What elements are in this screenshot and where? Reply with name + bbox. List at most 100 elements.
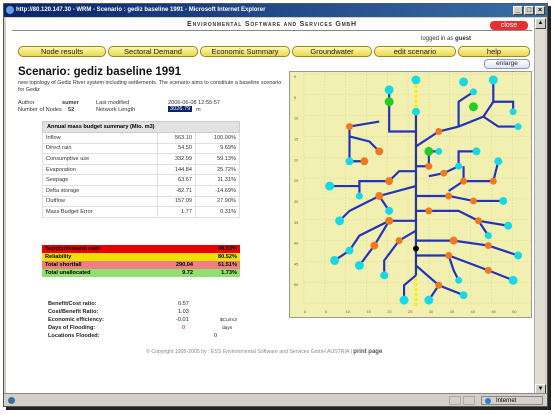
supply-node: [455, 162, 463, 170]
cb-value: 1.03: [178, 309, 189, 315]
budget-row: Outflow 157.09 27.90%: [42, 195, 240, 208]
bc-value: 0.57: [178, 301, 189, 307]
stats-percent: 80.52%: [218, 254, 237, 260]
supply-node: [494, 157, 503, 166]
supply-node: [514, 123, 522, 131]
page-title: Scenario: gediz baseline 1991: [18, 66, 181, 78]
budget-row: Direct rain 54.50 9.69%: [42, 142, 240, 155]
supply-node: [345, 246, 354, 255]
supply-node: [330, 255, 340, 265]
budget-label: Consumptive use: [42, 153, 158, 165]
demand-node: [460, 177, 468, 185]
budget-percent: 27.90%: [195, 195, 240, 208]
stats-percent: 48.53%: [218, 246, 237, 252]
budget-percent: 9.69%: [195, 142, 240, 155]
ee-value: -0.01: [176, 317, 189, 323]
browser-window: http://80.120.147.30 - WRM - Scenario : …: [3, 3, 548, 407]
demand-node: [474, 217, 482, 225]
budget-percent: 59.13%: [195, 153, 240, 165]
bc-label: Benefit/Cost ratio:: [48, 301, 97, 307]
nav-groundwater[interactable]: Groundwater: [292, 46, 372, 57]
login-prefix: logged in as: [421, 36, 454, 42]
supply-node: [488, 75, 498, 85]
stats-value: [158, 253, 196, 261]
demand-node: [370, 241, 379, 250]
budget-header: Annual mass budget summary (Mio. m3): [42, 121, 240, 133]
nav-edit-scenario[interactable]: edit scenario: [374, 46, 456, 57]
nav-economic-summary[interactable]: Economic Summary: [200, 46, 290, 57]
supply-node: [499, 196, 508, 205]
print-page-link[interactable]: print page: [353, 349, 382, 355]
scenario-description: new topology of Gediz River system inclu…: [18, 80, 282, 93]
status-bar: Internet: [4, 393, 547, 406]
supply-node: [354, 260, 364, 270]
demand-node: [484, 266, 492, 274]
stats-row: Total shortfall 290.04 51.51%: [42, 261, 240, 269]
demand-node: [375, 192, 384, 200]
df-value: 0: [182, 325, 186, 331]
stats-row: Total unallocated 9.72 1.73%: [42, 269, 240, 277]
budget-row: Mass Budget Error 1.77 0.31%: [42, 206, 240, 218]
author-label: Author: [18, 100, 35, 106]
budget-value: 144.84: [157, 163, 196, 176]
supply-node: [424, 295, 434, 305]
stats-row: Supply/demand ratio 48.53%: [42, 245, 240, 253]
budget-label: Outflow: [42, 195, 158, 208]
demand-node: [360, 157, 369, 166]
stats-label: Reliability: [45, 254, 72, 260]
supply-node: [325, 181, 335, 191]
budget-value: 63.67: [157, 174, 196, 186]
company-header: Environmental Software and Services GmbH: [12, 21, 532, 31]
demand-node: [440, 169, 448, 177]
page-done-icon: [8, 397, 15, 404]
stats-row: Reliability 80.52%: [42, 253, 240, 261]
budget-row: Consumptive use 332.99 59.13%: [42, 153, 240, 165]
author-value: sumer: [62, 100, 79, 106]
stats-value: [158, 245, 196, 253]
demand-node: [449, 236, 458, 245]
supply-node: [435, 147, 443, 155]
vertical-scrollbar[interactable]: ▲ ▼: [534, 18, 546, 395]
df-unit: days: [222, 326, 233, 331]
demand-node: [435, 281, 443, 289]
demand-node: [346, 123, 353, 131]
window-title: http://80.120.147.30 - WRM - Scenario : …: [16, 7, 266, 13]
close-window-button[interactable]: ×: [535, 6, 545, 15]
modified-label: Last modified: [96, 100, 130, 106]
page-content: Environmental Software and Services GmbH…: [6, 18, 536, 395]
maximize-button[interactable]: □: [524, 6, 534, 15]
budget-row: Evaporation 144.84 25.72%: [42, 163, 240, 176]
supply-node: [345, 157, 354, 166]
supply-node: [472, 147, 481, 156]
demand-node: [470, 197, 477, 205]
budget-row: Delta storage -82.71 -14.69%: [42, 184, 240, 197]
budget-row: Inflow 563.10 100.00%: [42, 132, 240, 144]
stats-value: 290.04: [175, 262, 193, 268]
nav-sectoral-demand[interactable]: Sectoral Demand: [108, 46, 198, 57]
nav-help[interactable]: help: [458, 46, 530, 57]
supply-node: [411, 75, 421, 85]
demand-node: [445, 192, 453, 200]
df-label: Days of Flooding:: [48, 325, 96, 331]
stats-label: Total shortfall: [45, 262, 82, 268]
demand-node: [425, 207, 433, 215]
nav-node-results[interactable]: Node results: [18, 46, 106, 57]
supply-node: [411, 107, 420, 116]
supply-node: [504, 221, 513, 230]
stats-table: Supply/demand ratio 48.53% Reliability 80.5…: [42, 245, 240, 277]
lf-value: 0: [214, 333, 218, 339]
supply-node: [399, 295, 409, 305]
close-button[interactable]: close: [490, 21, 528, 30]
supply-node: [508, 275, 518, 285]
cb-label: Cost/Benefit Ratio:: [48, 309, 99, 315]
supply-node: [484, 232, 492, 240]
network-map[interactable]: 051015202530354045500 5 10 15 20 25 30 35 40 45 50: [289, 71, 532, 318]
footer: © Copyright 1995-2005 by : ESS Environme…: [146, 349, 383, 355]
minimize-button[interactable]: _: [513, 6, 523, 15]
scroll-up-icon[interactable]: ▲: [535, 18, 546, 29]
enlarge-button[interactable]: enlarge: [484, 59, 530, 69]
supply-node: [385, 206, 394, 215]
copyright-text: © Copyright 1995-2005 by : ESS Environme…: [146, 349, 350, 355]
length-label: Network Length: [96, 107, 136, 113]
status-cell: [449, 396, 461, 405]
